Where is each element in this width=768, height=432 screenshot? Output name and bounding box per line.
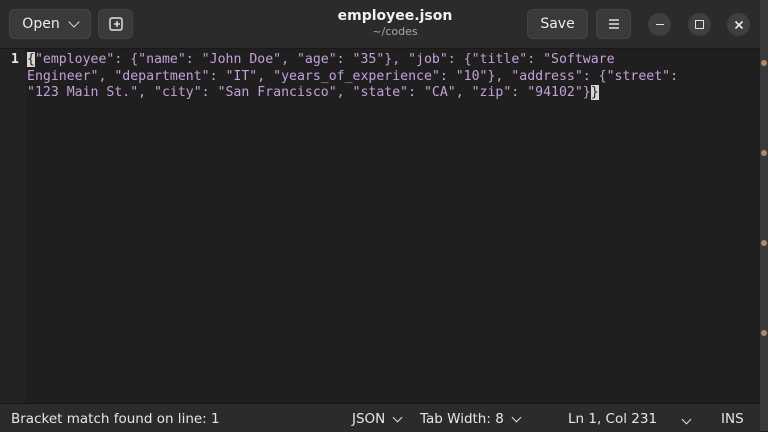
language-label: JSON	[352, 411, 386, 427]
line-number: 1	[11, 52, 19, 67]
background-pattern	[761, 150, 767, 156]
matched-open-bracket: {	[27, 52, 35, 67]
tab-width-selector[interactable]: Tab Width: 8	[420, 411, 522, 427]
open-button[interactable]: Open	[9, 9, 91, 39]
code-line-1: "employee": {"name": "John Doe", "age": …	[34, 52, 615, 67]
desktop-background-strip	[760, 0, 768, 431]
window-title-block: employee.json ~/codes	[300, 8, 490, 39]
minimize-icon	[655, 23, 664, 26]
matched-close-bracket: }	[590, 85, 599, 101]
cursor-position: Ln 1, Col 231	[568, 411, 658, 427]
code-line-3: "123 Main St.", "city": "San Francisco",…	[27, 85, 591, 101]
chevron-down-icon	[392, 412, 403, 422]
background-pattern	[761, 60, 767, 66]
close-button[interactable]	[727, 13, 750, 36]
status-message: Bracket match found on line: 1	[11, 411, 220, 427]
background-pattern	[761, 330, 767, 336]
chevron-down-icon	[511, 412, 522, 422]
text-editor-area[interactable]: 1 {"employee": {"name": "John Doe", "age…	[0, 49, 760, 403]
line-number-gutter: 1	[0, 49, 26, 403]
open-button-label: Open	[22, 16, 60, 32]
language-selector[interactable]: JSON	[352, 411, 403, 427]
code-line-2: Engineer", "department": "IT", "years_of…	[27, 68, 679, 84]
new-tab-icon	[108, 17, 123, 31]
insert-mode-indicator[interactable]: INS	[721, 411, 744, 427]
window-subtitle: ~/codes	[372, 25, 418, 38]
code-text[interactable]: {"employee": {"name": "John Doe", "age":…	[27, 52, 760, 102]
hamburger-menu-icon	[608, 19, 619, 29]
position-menu-button[interactable]	[681, 411, 692, 427]
minimize-button[interactable]	[648, 13, 671, 36]
save-button[interactable]: Save	[527, 9, 588, 39]
chevron-down-icon	[68, 16, 80, 28]
maximize-button[interactable]	[688, 13, 711, 36]
background-pattern	[761, 240, 767, 246]
tab-width-label: Tab Width: 8	[420, 411, 504, 427]
header-bar: Open employee.json ~/codes Save	[0, 0, 760, 49]
new-tab-button[interactable]	[98, 9, 133, 39]
menu-button[interactable]	[596, 9, 631, 39]
status-bar: Bracket match found on line: 1 JSON Tab …	[0, 403, 760, 432]
window-title: employee.json	[337, 8, 453, 24]
close-icon	[734, 20, 743, 29]
chevron-down-icon	[681, 414, 692, 425]
maximize-icon	[695, 20, 704, 29]
